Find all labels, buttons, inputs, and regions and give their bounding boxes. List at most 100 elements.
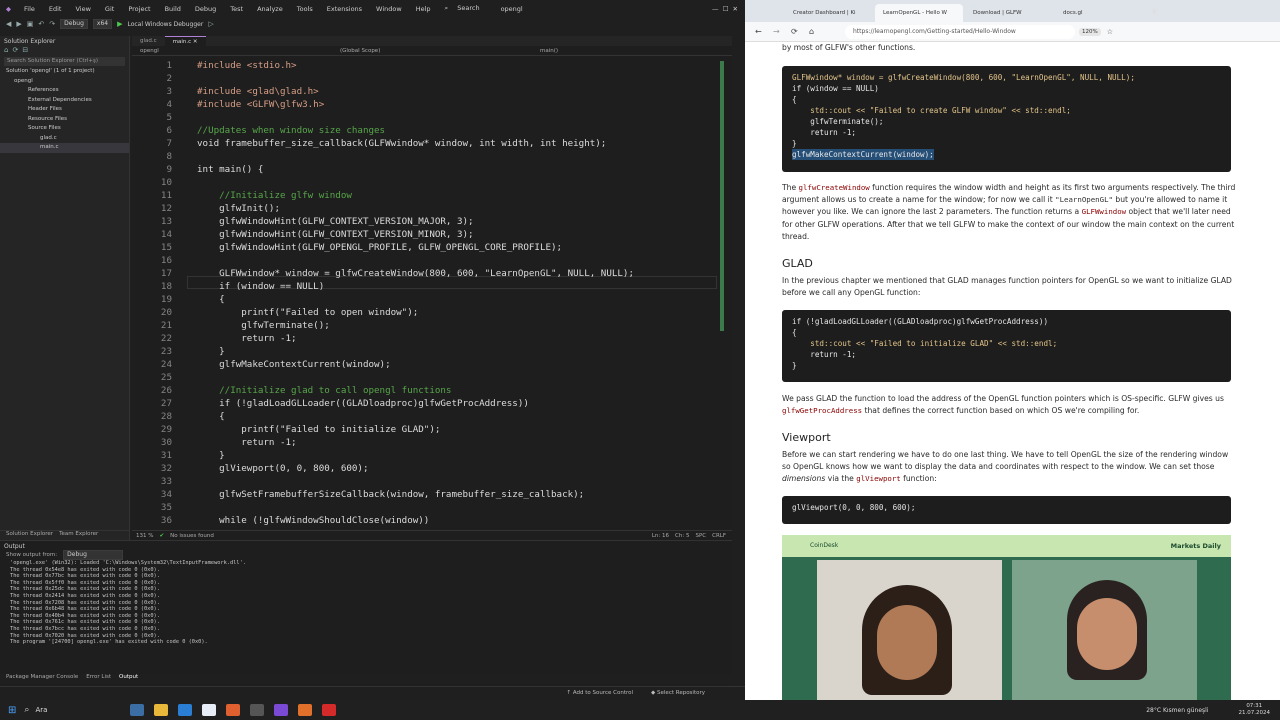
menu-debug[interactable]: Debug xyxy=(188,5,223,13)
code-line[interactable]: void framebuffer_size_callback(GLFWwindo… xyxy=(197,137,606,150)
menu-build[interactable]: Build xyxy=(158,5,188,13)
code-line[interactable]: if (!gladLoadGLLoader((GLADloadproc)glfw… xyxy=(197,397,529,410)
zoom-indicator[interactable]: 120% xyxy=(1079,27,1101,36)
search-icon[interactable]: ⌕ xyxy=(24,705,29,715)
tree-header-files[interactable]: Header Files xyxy=(0,105,129,115)
tree-references[interactable]: References xyxy=(0,86,129,96)
p4-fn[interactable]: glViewport xyxy=(856,474,901,483)
visual-studio-icon[interactable] xyxy=(274,704,289,716)
code-line[interactable]: glViewport(0, 0, 800, 600); xyxy=(197,462,368,475)
code-line[interactable]: glfwWindowHint(GLFW_OPENGL_PROFILE, GLFW… xyxy=(197,241,562,254)
redo-icon[interactable]: ↷ xyxy=(49,20,55,28)
se-search-input[interactable]: Search Solution Explorer (Ctrl+ş) xyxy=(4,57,125,66)
code-line[interactable]: } xyxy=(197,345,225,358)
code-line[interactable]: glfwInit(); xyxy=(197,202,280,215)
bookmark-star-icon[interactable]: ☆ xyxy=(1107,28,1113,36)
tree-project[interactable]: opengl xyxy=(0,77,129,87)
home-icon[interactable]: ⌂ xyxy=(4,46,8,56)
window-controls[interactable]: — ☐ ✕ xyxy=(705,5,745,13)
new-tab-icon[interactable]: + xyxy=(1145,7,1164,22)
back-arrow-icon[interactable]: ← xyxy=(755,27,762,36)
taskbar-search[interactable]: Ara xyxy=(35,706,125,714)
nav-function[interactable]: main() xyxy=(532,46,732,55)
code-line[interactable]: #include <glad\glad.h> xyxy=(197,85,319,98)
zoom-level[interactable]: 131 % xyxy=(136,531,153,540)
code-line[interactable]: { xyxy=(197,293,225,306)
menu-extensions[interactable]: Extensions xyxy=(320,5,369,13)
menu-window[interactable]: Window xyxy=(369,5,409,13)
menu-test[interactable]: Test xyxy=(223,5,250,13)
tree-main-c[interactable]: main.c xyxy=(0,143,129,153)
code-line[interactable]: glfwSetFramebufferSizeCallback(window, f… xyxy=(197,488,584,501)
code-line[interactable]: glfwMakeContextCurrent(window); xyxy=(197,358,390,371)
code-line[interactable]: return -1; xyxy=(197,332,296,345)
code-line[interactable]: glfwWindowHint(GLFW_CONTEXT_VERSION_MAJO… xyxy=(197,215,473,228)
windows-start-icon[interactable]: ⊞ xyxy=(8,705,16,716)
tree-glad-c[interactable]: glad.c xyxy=(0,134,129,144)
menu-file[interactable]: File xyxy=(17,5,42,13)
code-line[interactable]: printf("Failed to open window"); xyxy=(197,306,418,319)
editor-scrollbar[interactable] xyxy=(720,61,724,331)
debugger-button[interactable]: Local Windows Debugger xyxy=(127,21,203,28)
code-line[interactable]: GLFWwindow* window = glfwCreateWindow(80… xyxy=(197,267,634,280)
undo-icon[interactable]: ↶ xyxy=(38,20,44,28)
code-line[interactable]: return -1; xyxy=(197,436,296,449)
tab-package-manager[interactable]: Package Manager Console xyxy=(6,674,78,684)
url-bar[interactable]: https://learnopengl.com/Getting-started/… xyxy=(845,24,1075,39)
code-line[interactable]: glfwWindowHint(GLFW_CONTEXT_VERSION_MINO… xyxy=(197,228,473,241)
code-line[interactable]: //Initialize glfw window xyxy=(197,189,352,202)
app-icon[interactable] xyxy=(298,704,313,716)
edge-icon[interactable] xyxy=(178,704,193,716)
clock[interactable]: 07:31 21.07.2024 xyxy=(1239,703,1271,717)
code-line[interactable]: int main() { xyxy=(197,163,263,176)
menu-view[interactable]: View xyxy=(68,5,97,13)
tab-glad-c[interactable]: glad.c xyxy=(132,36,165,46)
p1-fn-window[interactable]: GLFWwindow xyxy=(1082,207,1127,216)
chrome-icon[interactable] xyxy=(202,704,217,716)
tree-resource-files[interactable]: Resource Files xyxy=(0,115,129,125)
tab-error-list[interactable]: Error List xyxy=(86,674,111,684)
task-view-icon[interactable] xyxy=(130,704,145,716)
code-line[interactable]: glfwTerminate(); xyxy=(197,319,330,332)
forward-icon[interactable]: ▶ xyxy=(16,20,21,28)
tree-solution[interactable]: Solution 'opengl' (1 of 1 project) xyxy=(0,67,129,77)
recorder-icon[interactable] xyxy=(322,704,337,716)
save-icon[interactable]: ▣ xyxy=(27,20,34,28)
close-icon[interactable]: ✕ xyxy=(193,39,198,45)
file-explorer-icon[interactable] xyxy=(154,704,169,716)
menu-git[interactable]: Git xyxy=(98,5,121,13)
output-source-select[interactable]: Debug xyxy=(63,550,124,560)
tab-docs-gl[interactable]: docs.gl xyxy=(1055,4,1143,22)
add-source-control[interactable]: ↑ Add to Source Control xyxy=(567,687,634,700)
reload-icon[interactable]: ⟳ xyxy=(791,27,798,36)
p1-fn-create[interactable]: glfwCreateWindow xyxy=(799,183,870,192)
tab-main-c[interactable]: main.c ✕ xyxy=(164,36,206,46)
config-select[interactable]: Debug xyxy=(60,19,88,29)
tree-external-deps[interactable]: External Dependencies xyxy=(0,96,129,106)
terminal-icon[interactable] xyxy=(250,704,265,716)
firefox-icon[interactable] xyxy=(226,704,241,716)
home-icon[interactable]: ⌂ xyxy=(809,27,814,36)
platform-select[interactable]: x64 xyxy=(92,19,113,29)
forward-arrow-icon[interactable]: → xyxy=(773,27,780,36)
code-line[interactable]: if (window == NULL) xyxy=(197,280,324,293)
tab-solution-explorer[interactable]: Solution Explorer xyxy=(6,531,53,540)
collapse-icon[interactable]: ⊟ xyxy=(22,46,28,56)
tab-team-explorer[interactable]: Team Explorer xyxy=(59,531,98,540)
refresh-icon[interactable]: ⟳ xyxy=(12,46,18,56)
tab-output[interactable]: Output xyxy=(119,674,138,684)
tab-creator-dashboard[interactable]: Creator Dashboard | Ki xyxy=(785,4,873,22)
menu-help[interactable]: Help xyxy=(409,5,438,13)
code-line[interactable]: //Initialize glad to call opengl functio… xyxy=(197,384,451,397)
play-icon[interactable]: ▶ xyxy=(117,20,122,28)
start-without-debug-icon[interactable]: ▷ xyxy=(208,20,213,28)
video-overlay[interactable]: CoinDesk Markets Daily xyxy=(782,535,1231,700)
search-button[interactable]: ⌕ Search xyxy=(438,4,494,13)
weather-widget[interactable]: 28°C Kısmen güneşli xyxy=(1146,707,1208,714)
menu-analyze[interactable]: Analyze xyxy=(250,5,290,13)
nav-scope[interactable]: (Global Scope) xyxy=(332,46,532,55)
code-line[interactable]: while (!glfwWindowShouldClose(window)) xyxy=(197,514,429,527)
back-icon[interactable]: ◀ xyxy=(6,20,11,28)
code-area[interactable]: 1 #include <stdio.h> 2 3 #include <glad\glad… xyxy=(132,59,722,529)
p3-fn[interactable]: glfwGetProcAddress xyxy=(782,406,862,415)
